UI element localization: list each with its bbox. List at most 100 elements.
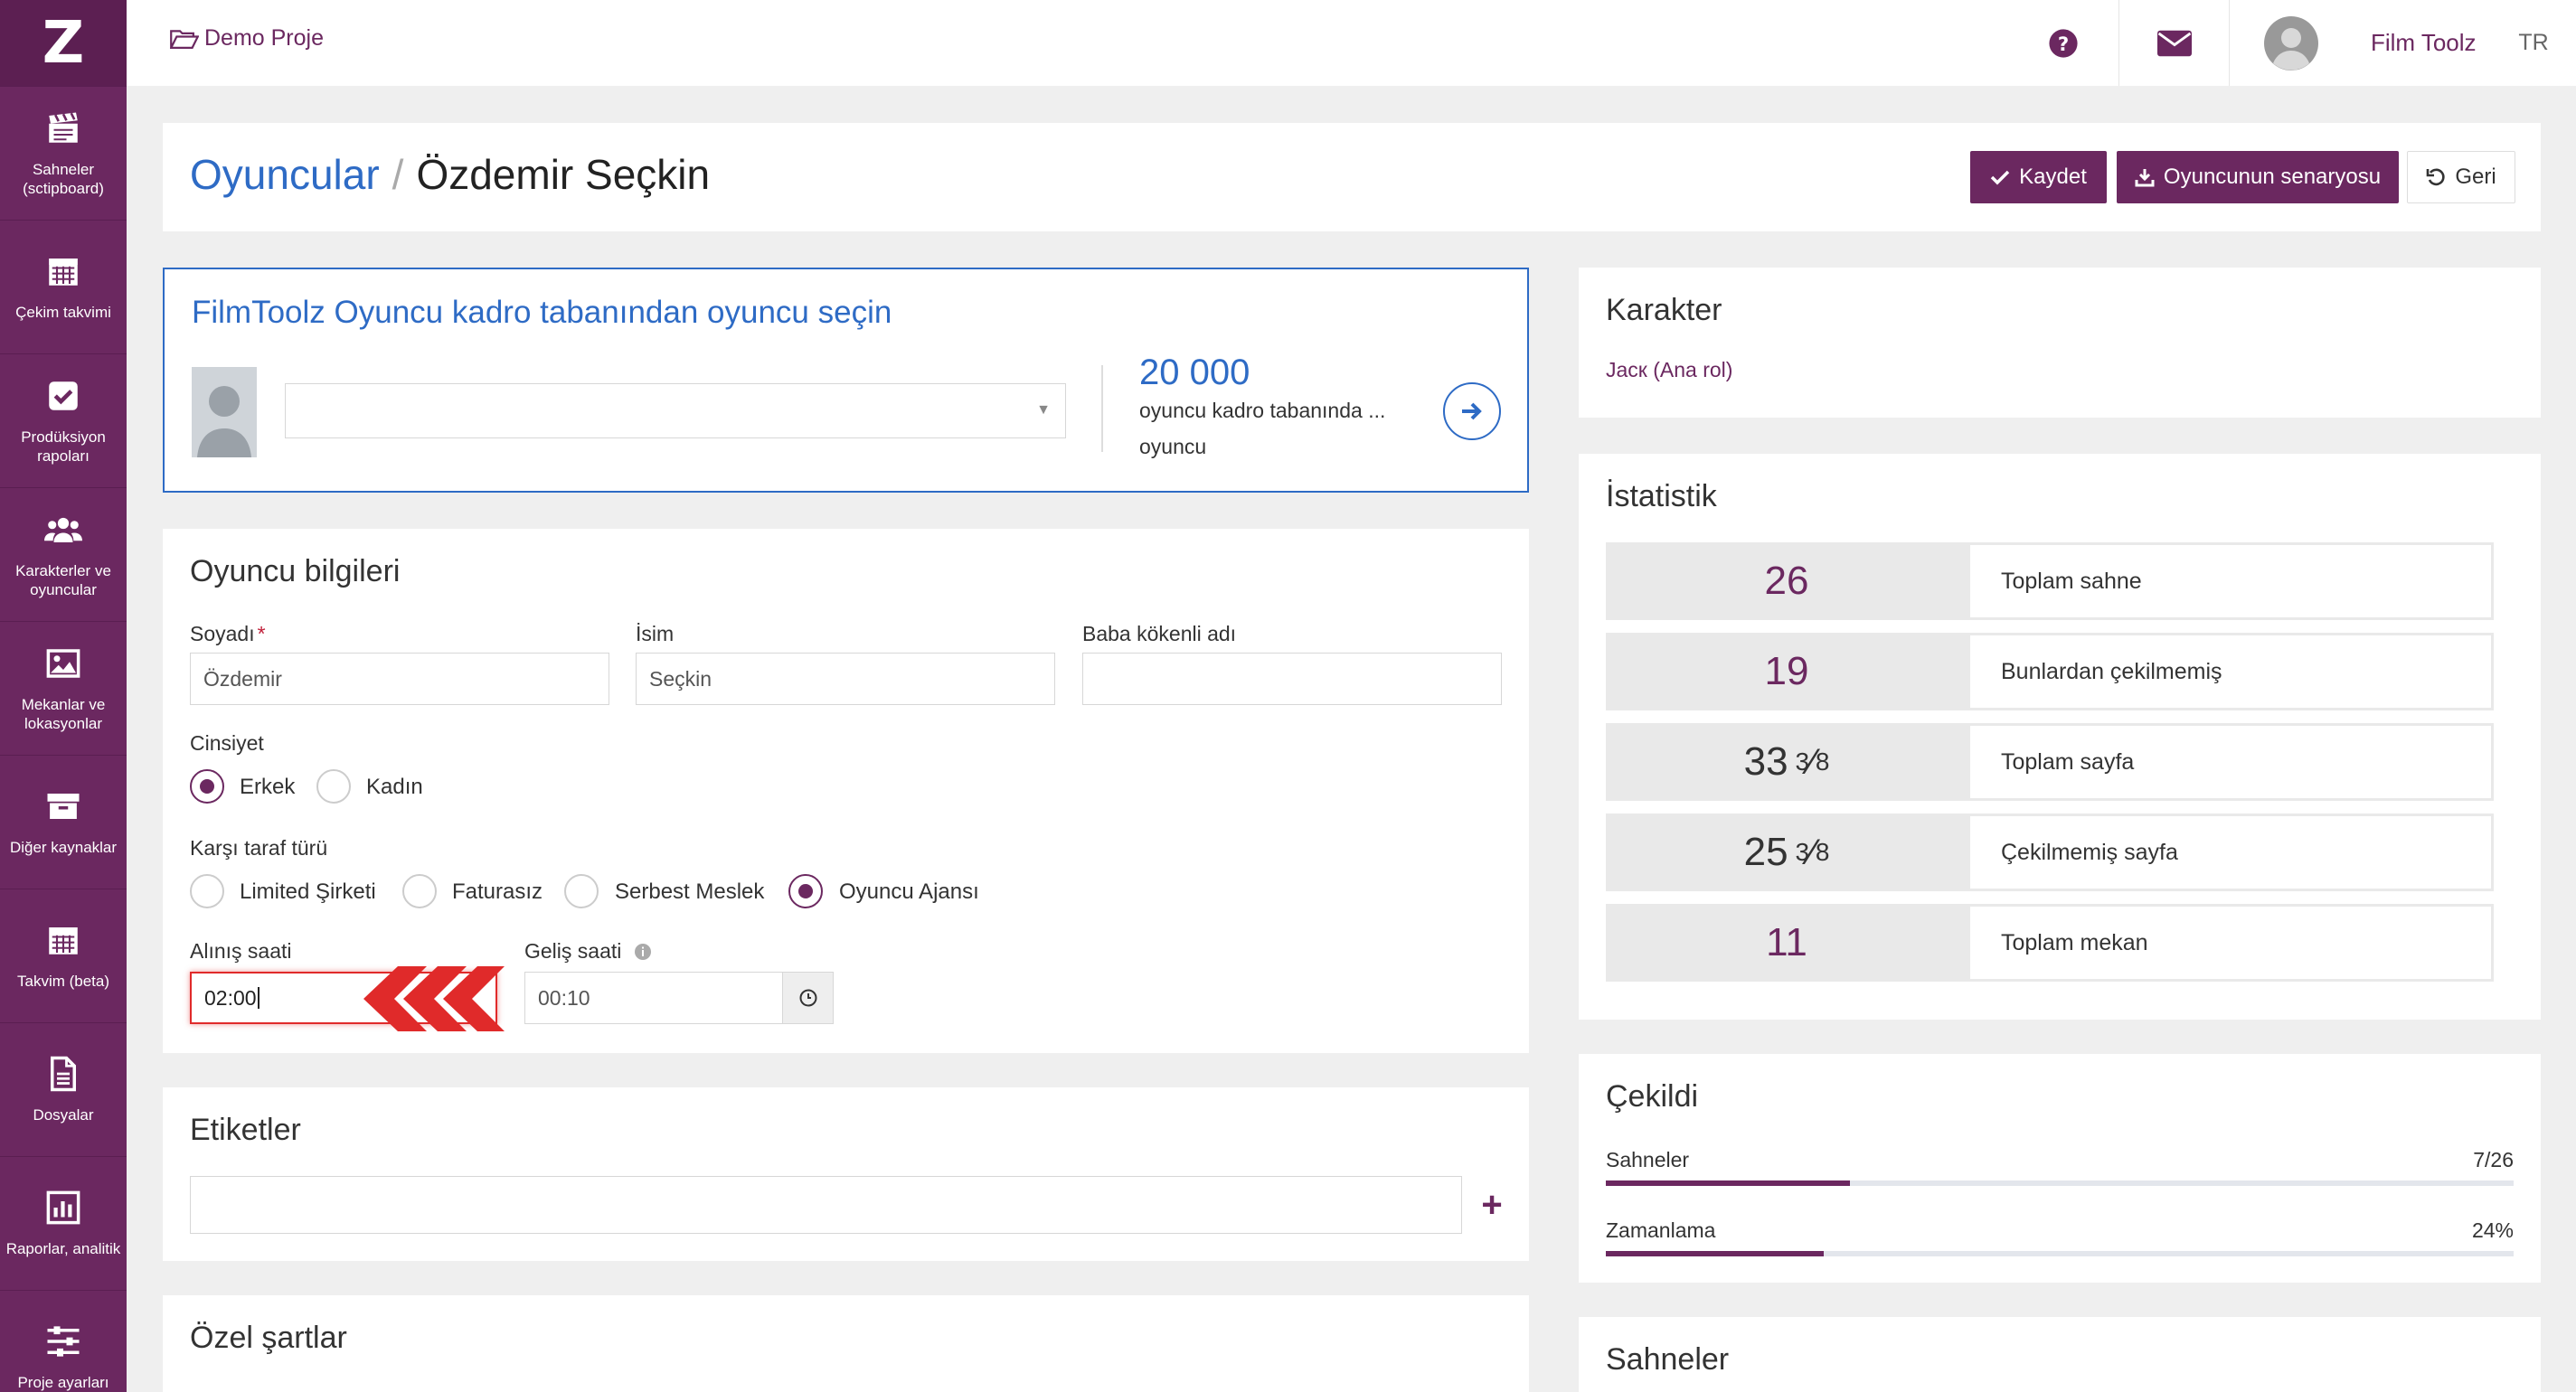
sidebar-item-characters[interactable]: Karakterler ve oyuncular — [0, 487, 127, 621]
file-icon — [51, 1056, 76, 1092]
section-title: Sahneler — [1606, 1342, 1730, 1377]
database-description: oyuncu kadro tabanında ... — [1139, 399, 1386, 422]
counterparty-label: Karşı taraf türü — [190, 836, 328, 860]
actor-name-title: Özdemir Seçkin — [416, 151, 711, 198]
stat-value: 19 — [1606, 633, 1967, 710]
info-icon — [635, 943, 652, 960]
sidebar-item-production-reports[interactable]: Prodüksiyon rapoları — [0, 353, 127, 487]
name-input[interactable]: Seçkin — [636, 653, 1055, 705]
database-description-2: oyuncu — [1139, 435, 1207, 458]
open-database-button[interactable] — [1443, 382, 1501, 440]
stat-value: 26 — [1606, 542, 1967, 620]
section-title: Özel şartlar — [190, 1321, 347, 1355]
sidebar-item-files[interactable]: Dosyalar — [0, 1022, 127, 1156]
scenes-panel: Sahneler — [1579, 1317, 2541, 1392]
section-title: Etiketler — [190, 1113, 301, 1147]
check-icon — [1990, 170, 2010, 185]
gender-female-radio[interactable] — [316, 769, 351, 804]
shot-panel: Çekildi Sahneler 7/26 Zamanlama 24% — [1579, 1054, 2541, 1283]
counterparty-option: Faturasız — [452, 879, 543, 904]
arrival-time-picker-button[interactable] — [783, 972, 834, 1024]
arrival-time-label: Geliş saati — [524, 939, 652, 964]
sidebar-item-reports[interactable]: Raporlar, analitik — [0, 1156, 127, 1290]
actor-select-dropdown[interactable]: ▼ — [285, 383, 1066, 438]
timing-progress-fill — [1606, 1251, 1824, 1256]
counterparty-invoiceless-radio[interactable] — [402, 874, 437, 908]
save-button[interactable]: Kaydet — [1970, 151, 2107, 203]
timing-progress-value: 24% — [2471, 1218, 2514, 1242]
section-title: İstatistik — [1606, 479, 1717, 513]
stat-label: Toplam sahne — [1967, 542, 2494, 620]
project-breadcrumb[interactable]: Demo Proje — [170, 25, 324, 52]
scenes-progress-fill — [1606, 1180, 1850, 1186]
section-title: Çekildi — [1606, 1079, 1699, 1114]
character-link[interactable]: Jacк (Ana rol) — [1606, 358, 1732, 382]
chart-icon — [46, 1190, 80, 1225]
sidebar-item-shooting-calendar[interactable]: Çekim takvimi — [0, 220, 127, 353]
actor-database-panel: FilmToolz Oyuncu kadro tabanından oyuncu… — [163, 268, 1529, 493]
user-menu[interactable]: Film Toolz — [2229, 0, 2491, 86]
sidebar-item-calendar-beta[interactable]: Takvim (beta) — [0, 889, 127, 1022]
stat-value: 11 — [1606, 904, 1967, 982]
breadcrumb-actors[interactable]: Oyuncular — [190, 150, 380, 199]
scenes-progress-label: Sahneler — [1606, 1148, 1690, 1171]
page-header: Oyuncular / Özdemir Seçkin Kaydet Oyuncu… — [163, 123, 2541, 231]
back-button[interactable]: Geri — [2407, 151, 2515, 203]
gender-male-label: Erkek — [240, 775, 296, 799]
database-panel-title: FilmToolz Oyuncu kadro tabanından oyuncu… — [192, 295, 892, 330]
counterparty-agency-radio[interactable] — [788, 874, 823, 908]
help-icon: ? — [2049, 28, 2078, 58]
checkbox-icon — [49, 381, 78, 410]
stat-label: Toplam sayfa — [1967, 723, 2494, 801]
divider — [1101, 365, 1103, 452]
counterparty-option: Oyuncu Ajansı — [839, 879, 979, 904]
tags-input[interactable] — [190, 1176, 1462, 1234]
gender-male-radio[interactable] — [190, 769, 224, 804]
plus-icon: + — [1481, 1184, 1503, 1225]
clock-icon — [799, 989, 816, 1007]
pickup-time-label: Alınış saati — [190, 939, 292, 963]
counterparty-option: Serbest Meslek — [615, 879, 765, 904]
page-title: Oyuncular / Özdemir Seçkin — [190, 150, 711, 199]
user-name: Film Toolz — [2371, 29, 2477, 56]
undo-icon — [2427, 168, 2445, 186]
counterparty-ltd-radio[interactable] — [190, 874, 224, 908]
gender-label: Cinsiyet — [190, 731, 264, 755]
messages-button[interactable] — [2118, 0, 2229, 86]
language-switch[interactable]: TR — [2491, 0, 2576, 86]
surname-label: Soyadı * — [190, 622, 266, 645]
users-icon — [44, 517, 82, 542]
character-panel: Karakter Jacк (Ana rol) — [1579, 268, 2541, 418]
top-bar: Demo Proje ? Film Toolz TR — [127, 0, 2576, 86]
envelope-icon — [2156, 30, 2192, 56]
archive-icon — [47, 794, 80, 819]
image-icon — [46, 648, 80, 678]
counterparty-freelance-radio[interactable] — [564, 874, 599, 908]
gender-female-label: Kadın — [366, 775, 423, 799]
father-name-input[interactable] — [1082, 653, 1502, 705]
scenes-progress-value: 7/26 — [2473, 1148, 2514, 1171]
app-logo[interactable]: Z — [0, 0, 127, 86]
sidebar-item-project-settings[interactable]: Proje ayarları — [0, 1290, 127, 1392]
folder-open-icon — [170, 29, 199, 49]
sidebar-item-scenes[interactable]: Sahneler (sctipboard) — [0, 86, 127, 220]
calendar-icon — [49, 927, 78, 955]
stat-label: Çekilmemiş sayfa — [1967, 814, 2494, 891]
add-tag-button[interactable]: + — [1474, 1185, 1510, 1225]
stat-label: Bunlardan çekilmemiş — [1967, 633, 2494, 710]
stat-label: Toplam mekan — [1967, 904, 2494, 982]
name-label: İsim — [636, 622, 675, 645]
chevron-down-icon: ▼ — [1036, 402, 1051, 418]
sidebar-item-locations[interactable]: Mekanlar ve lokasyonlar — [0, 621, 127, 755]
actor-script-button[interactable]: Oyuncunun senaryosu — [2117, 151, 2399, 203]
surname-input[interactable]: Özdemir — [190, 653, 609, 705]
sidebar-item-other-resources[interactable]: Diğer kaynaklar — [0, 755, 127, 889]
sliders-icon — [47, 1326, 80, 1357]
counterparty-option: Limited Şirketi — [240, 879, 376, 904]
arrow-right-icon — [1462, 402, 1482, 420]
tags-panel: Etiketler + — [163, 1087, 1529, 1261]
placeholder-avatar — [192, 367, 257, 457]
father-name-label: Baba kökenli adı — [1082, 622, 1237, 645]
arrival-time-input[interactable]: 00:10 — [524, 972, 783, 1024]
help-button[interactable]: ? — [2008, 0, 2118, 86]
